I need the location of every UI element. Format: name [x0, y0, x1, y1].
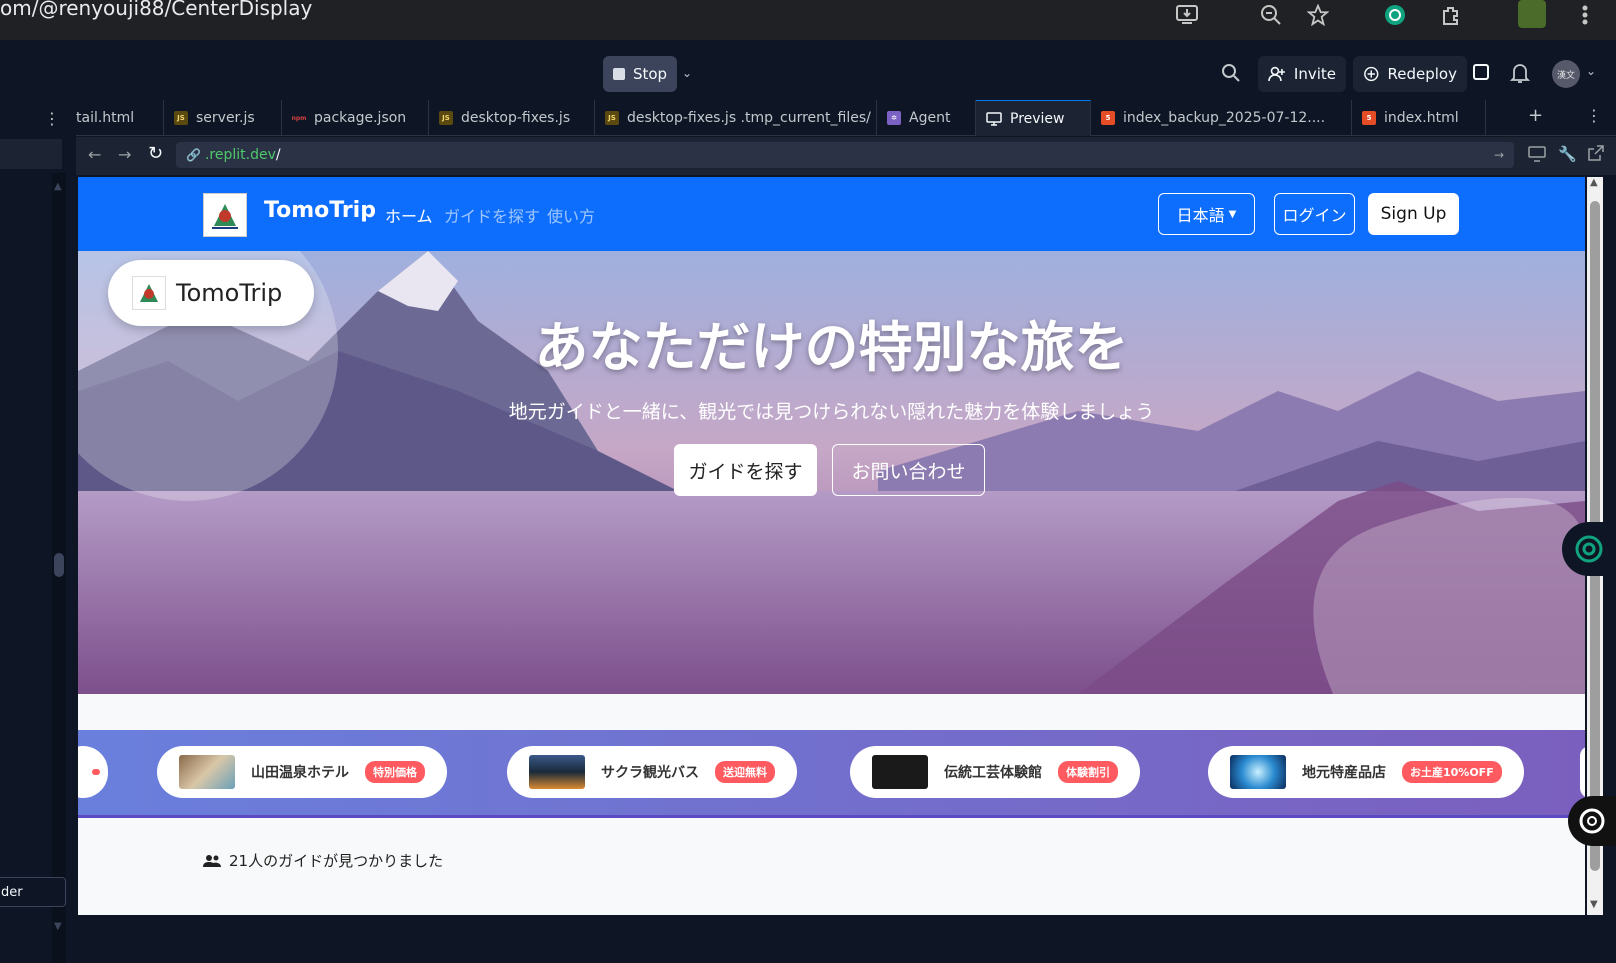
- caret-down-icon: ▼: [1228, 208, 1237, 220]
- stop-icon: [612, 68, 625, 80]
- signup-button[interactable]: Sign Up: [1368, 193, 1459, 235]
- partner-card[interactable]: 伝統工芸体験館 体験割引: [850, 746, 1140, 798]
- extensions-icon[interactable]: [1438, 2, 1464, 28]
- tab-preview[interactable]: Preview: [976, 100, 1091, 136]
- find-guide-button[interactable]: ガイドを探す: [674, 444, 817, 496]
- tab-package-json[interactable]: npm package.json: [282, 100, 429, 136]
- bookmark-star-icon[interactable]: [1305, 2, 1331, 28]
- login-button[interactable]: ログイン: [1274, 193, 1355, 235]
- partner-card[interactable]: 地元特産品店 お土産10%OFF: [1208, 746, 1524, 798]
- tab-desktop-fixes-js[interactable]: JS desktop-fixes.js: [429, 100, 595, 136]
- preview-url-input[interactable]: 🔗 .replit.dev / →: [176, 142, 1514, 168]
- zoom-icon[interactable]: [1258, 2, 1284, 28]
- tab-server-js[interactable]: JS server.js: [164, 100, 282, 136]
- chatgpt-floating-icon[interactable]: [1562, 522, 1616, 576]
- sidebar-scrollbar[interactable]: ▲ ▼: [52, 173, 66, 963]
- hotel-image: [179, 755, 235, 789]
- shop-image: [1230, 755, 1286, 789]
- agent-icon: ✲: [887, 111, 901, 125]
- html-icon: 5: [1101, 111, 1115, 125]
- js-icon: JS: [174, 111, 188, 125]
- chevron-down-icon[interactable]: ⌄: [682, 66, 692, 80]
- tab-agent[interactable]: ✲ Agent: [877, 100, 976, 136]
- forward-arrow-icon[interactable]: →: [118, 145, 131, 164]
- tabs-menu-icon[interactable]: ⋮: [1586, 106, 1602, 125]
- tab-index-html[interactable]: 5 index.html: [1352, 100, 1486, 136]
- selected-file-row[interactable]: [0, 139, 62, 169]
- search-icon[interactable]: [1221, 63, 1241, 87]
- editor-tabs: tail.html JS server.js npm package.json …: [76, 100, 1616, 136]
- js-icon: JS: [605, 111, 619, 125]
- html-icon: 5: [1362, 111, 1376, 125]
- browser-url[interactable]: om/@renyouji88/CenterDisplay: [0, 0, 312, 20]
- url-path: /: [275, 147, 281, 163]
- partner-card[interactable]: 山田温泉ホテル 特別価格: [157, 746, 447, 798]
- add-tab-icon[interactable]: +: [1528, 105, 1543, 126]
- bus-image: [529, 755, 585, 789]
- stop-label: Stop: [632, 65, 668, 83]
- profile-avatar-icon[interactable]: [1518, 0, 1546, 28]
- add-user-icon: [1268, 66, 1285, 82]
- nav-how-to[interactable]: 使い方: [547, 203, 595, 227]
- link-icon: 🔗: [186, 148, 201, 162]
- hero-section: TomoTrip あなただけの特別な旅を 地元ガイドと一緒に、観光では見つけられ…: [78, 251, 1585, 694]
- js-icon: JS: [439, 111, 453, 125]
- users-icon: [203, 854, 221, 867]
- site-navbar: TomoTrip ホーム ガイドを探す 使い方 日本語 ▼ ログイン Sign U…: [78, 177, 1585, 251]
- partner-badge: 送迎無料: [715, 761, 775, 783]
- partner-ticker: 山田温泉ホテル 特別価格 サクラ観光バス 送迎無料 伝統工芸体験館 体験割引 地…: [78, 730, 1585, 818]
- partner-badge: 体験割引: [1058, 761, 1118, 783]
- back-arrow-icon[interactable]: ←: [88, 145, 101, 164]
- devtools-icon[interactable]: [1528, 146, 1546, 166]
- file-sidebar: ⋮ ▲ ▼ der: [0, 97, 76, 963]
- json-icon: npm: [291, 114, 307, 122]
- craft-image: [872, 755, 928, 789]
- preview-pane: TomoTrip ホーム ガイドを探す 使い方 日本語 ▼ ログイン Sign U…: [78, 177, 1585, 915]
- bell-icon[interactable]: [1509, 62, 1531, 88]
- partner-badge: [92, 769, 100, 775]
- tab-desktop-fixes-tmp[interactable]: JS desktop-fixes.js .tmp_current_files/: [595, 100, 877, 136]
- go-arrow-icon[interactable]: →: [1494, 148, 1504, 162]
- invite-button[interactable]: Invite: [1258, 56, 1346, 92]
- redeploy-button[interactable]: Redeploy: [1353, 56, 1467, 92]
- contact-button[interactable]: お問い合わせ: [832, 444, 985, 496]
- partner-badge: 特別価格: [365, 761, 425, 783]
- reload-icon[interactable]: ↻: [148, 143, 163, 164]
- tab-detail-html[interactable]: tail.html: [76, 100, 164, 136]
- hero-title: あなただけの特別な旅を: [534, 316, 1129, 379]
- brand-name[interactable]: TomoTrip: [264, 198, 376, 223]
- language-dropdown[interactable]: 日本語 ▼: [1158, 193, 1255, 235]
- guides-count-text: 21人のガイドが見つかりました: [229, 852, 444, 870]
- redeploy-label: Redeploy: [1387, 65, 1457, 83]
- openai-floating-icon[interactable]: [1568, 796, 1616, 846]
- sidebar-search-input[interactable]: der: [0, 877, 66, 907]
- kebab-menu-icon[interactable]: ⋮: [44, 109, 60, 128]
- browser-toolbar: om/@renyouji88/CenterDisplay: [0, 0, 1616, 40]
- partner-card-partial[interactable]: [78, 746, 108, 798]
- deploy-options-icon[interactable]: [1473, 64, 1489, 80]
- open-new-tab-icon[interactable]: [1588, 145, 1604, 165]
- hero-subtitle: 地元ガイドと一緒に、観光では見つけられない隠れた魅力を体験しましょう: [508, 401, 1155, 423]
- install-app-icon[interactable]: [1174, 2, 1200, 28]
- partner-card-partial[interactable]: [1580, 746, 1585, 798]
- stop-button[interactable]: Stop: [603, 56, 677, 92]
- avatar[interactable]: 漢文: [1552, 60, 1580, 88]
- url-host: .replit.dev: [204, 147, 276, 163]
- guides-count: 21人のガイドが見つかりました: [203, 850, 443, 871]
- chevron-down-icon[interactable]: ⌄: [1586, 64, 1596, 78]
- partner-badge: お土産10%OFF: [1402, 761, 1502, 783]
- preview-address-bar: ← → ↻ 🔗 .replit.dev / → 🔧: [76, 137, 1616, 175]
- chatgpt-extension-icon[interactable]: [1382, 2, 1408, 28]
- invite-label: Invite: [1293, 65, 1336, 83]
- tab-index-backup[interactable]: 5 index_backup_2025-07-12....: [1091, 100, 1352, 136]
- nav-find-guide[interactable]: ガイドを探す: [444, 203, 540, 227]
- deploy-icon: [1364, 66, 1379, 82]
- wrench-icon[interactable]: 🔧: [1558, 145, 1577, 163]
- partner-card[interactable]: サクラ観光バス 送迎無料: [507, 746, 797, 798]
- site-logo-icon[interactable]: [203, 193, 247, 237]
- monitor-icon: [986, 111, 1002, 126]
- browser-menu-icon[interactable]: [1572, 2, 1598, 28]
- nav-home[interactable]: ホーム: [385, 203, 433, 227]
